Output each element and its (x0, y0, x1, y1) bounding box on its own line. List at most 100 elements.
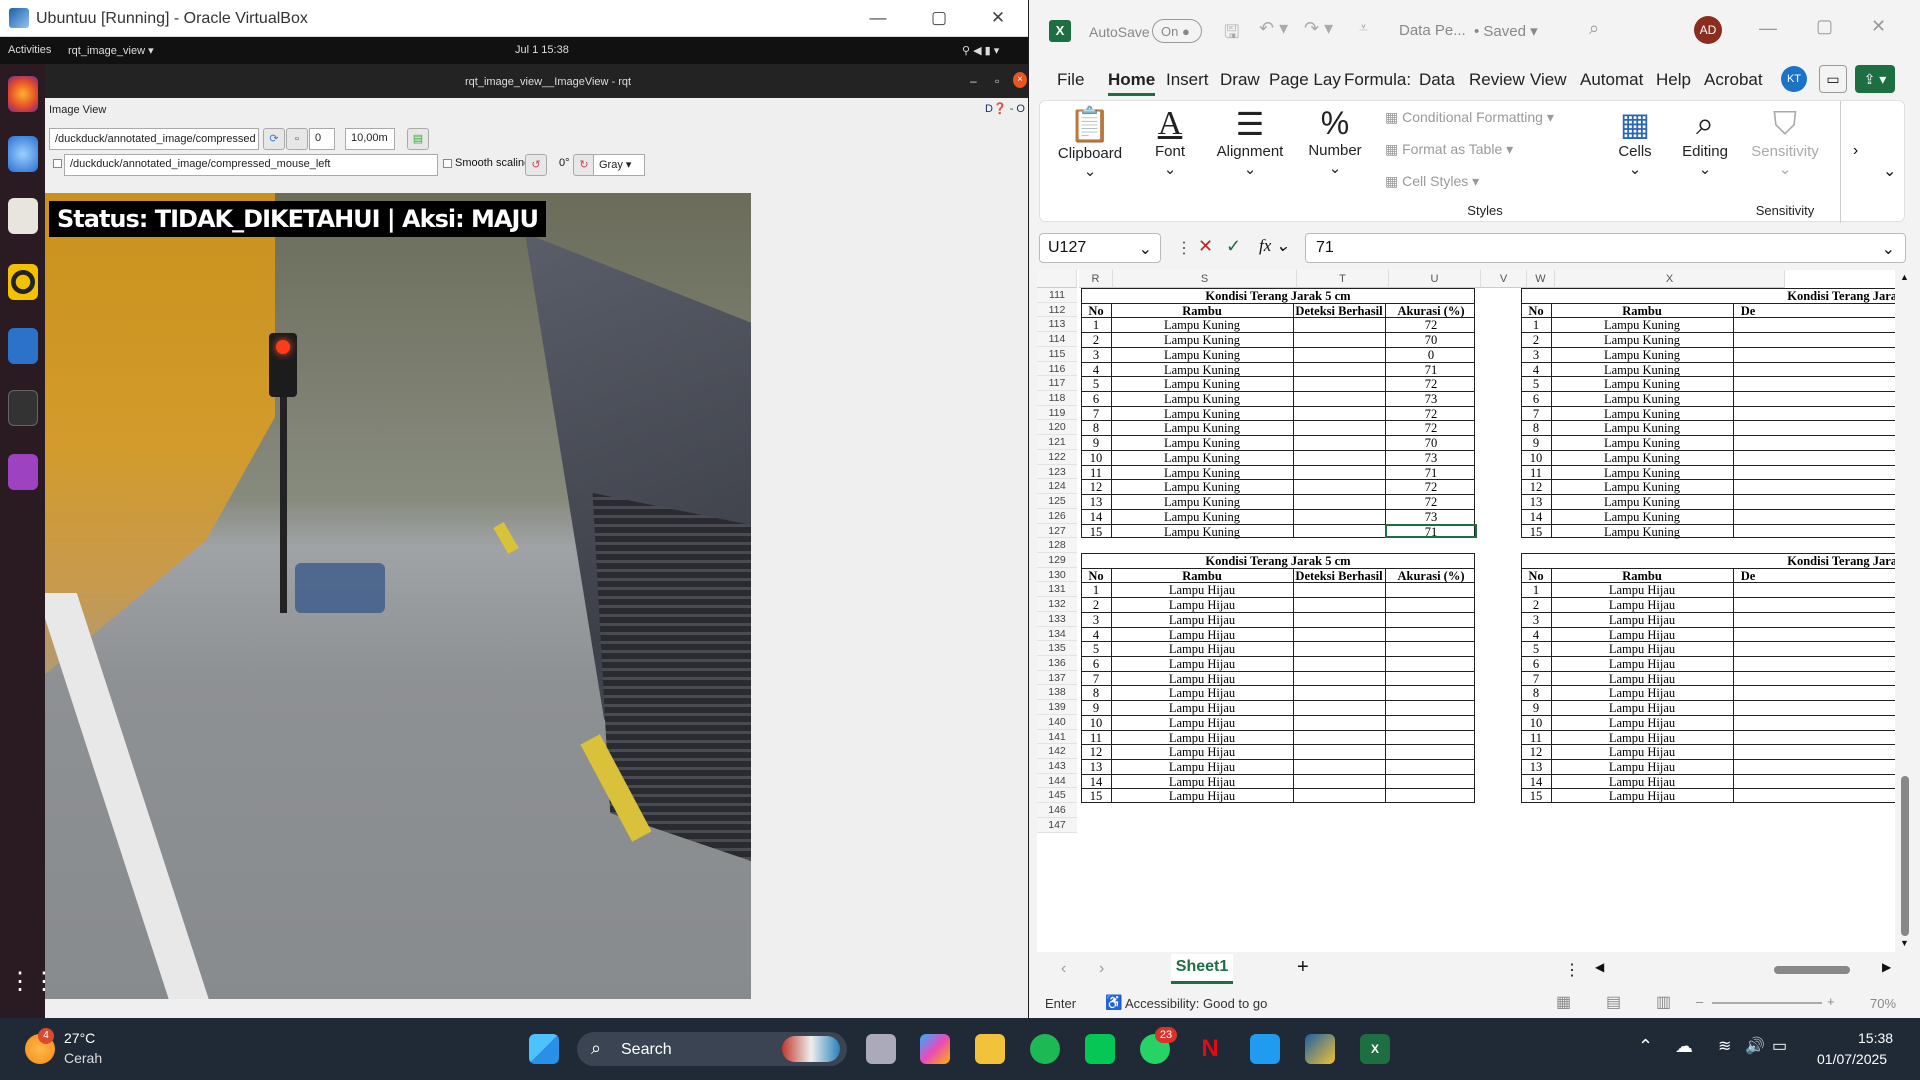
save-image-button[interactable]: ▫ (286, 128, 308, 150)
close-button[interactable]: ✕ (978, 4, 1018, 32)
next-sheet-icon[interactable]: › (1099, 960, 1104, 978)
taskbar-search[interactable]: ⌕ Search (577, 1032, 847, 1066)
mouse-publish-checkbox[interactable] (53, 159, 62, 168)
tab-automate[interactable]: Automat (1580, 70, 1643, 90)
row-header[interactable]: 125 (1037, 494, 1077, 509)
vertical-scrollbar-track[interactable]: ▲ ▼ (1898, 270, 1912, 952)
tab-home[interactable]: Home (1108, 70, 1156, 96)
font-group[interactable]: A Font ⌄ (1140, 105, 1200, 178)
vscroll-down-icon[interactable]: ▼ (1900, 938, 1909, 948)
spin-input[interactable]: 0 (309, 128, 335, 150)
excel-minimize-button[interactable]: — (1759, 18, 1777, 39)
volume-icon[interactable]: 🔊 (1745, 1036, 1765, 1056)
column-header[interactable]: T (1297, 270, 1389, 288)
spotify-icon[interactable] (1030, 1034, 1060, 1064)
plugin-help-icon[interactable]: D❓ - O (985, 102, 1025, 115)
battery-icon[interactable]: ▭ (1772, 1036, 1787, 1056)
vscode-icon[interactable] (1250, 1034, 1280, 1064)
wifi-icon[interactable]: ≋ (1718, 1036, 1731, 1056)
rhythmbox-icon[interactable] (8, 264, 38, 300)
file-explorer-icon[interactable] (975, 1034, 1005, 1064)
alignment-group[interactable]: ☰ Alignment ⌄ (1210, 105, 1290, 178)
normal-view-icon[interactable]: ▦ (1556, 992, 1571, 1012)
row-header[interactable]: 133 (1037, 611, 1077, 627)
ubuntu-clock[interactable]: Jul 1 15:38 (515, 44, 569, 56)
row-header[interactable]: 129 (1037, 552, 1077, 568)
minimize-button[interactable]: — (858, 4, 898, 32)
publish-topic-input[interactable]: /duckduck/annotated_image/compressed_mou… (64, 154, 438, 176)
sheet-options-icon[interactable]: ⋮ (1564, 960, 1580, 980)
tab-file[interactable]: File (1057, 70, 1084, 90)
row-header[interactable]: 139 (1037, 700, 1077, 715)
tab-acrobat[interactable]: Acrobat (1704, 70, 1763, 90)
sheet-tab[interactable]: Sheet1 (1171, 954, 1233, 984)
app-menu[interactable]: rqt_image_view ▾ (68, 44, 154, 57)
tab-data[interactable]: Data (1419, 70, 1455, 90)
autosave-toggle[interactable]: On ● (1152, 19, 1202, 43)
ribbon-collapse-icon[interactable]: ⌄ (1883, 161, 1896, 181)
netflix-icon[interactable]: N (1195, 1034, 1225, 1064)
hscroll-left-icon[interactable]: ◀ (1595, 960, 1604, 974)
insert-function-icon[interactable]: fx ⌄ (1259, 236, 1290, 256)
customize-toolbar-icon[interactable]: ⩡ (1359, 20, 1368, 38)
row-header[interactable]: 145 (1037, 788, 1077, 804)
taskbar-date[interactable]: 01/07/2025 (1817, 1051, 1887, 1067)
excel-maximize-button[interactable]: ▢ (1816, 16, 1833, 37)
row-akurasi[interactable] (1385, 788, 1477, 806)
excel-titlebar[interactable]: X AutoSave On ● 🖫 ↶ ▾ ↷ ▾ ⩡ Data Pe... •… (1029, 0, 1920, 60)
selected-cell[interactable] (1385, 523, 1477, 539)
zoom-in-icon[interactable]: + (1827, 994, 1835, 1009)
ribbon-scroll-right[interactable]: › (1840, 101, 1870, 223)
rotate-left-button[interactable]: ↺ (525, 154, 547, 176)
save-status[interactable]: • Saved ▾ (1474, 22, 1538, 40)
row-header[interactable]: 114 (1037, 332, 1077, 347)
rqt-minimize-button[interactable]: – (970, 74, 977, 88)
row-header[interactable]: 134 (1037, 626, 1077, 642)
show-hidden-icons[interactable]: ⌃ (1638, 1036, 1653, 1057)
activities-button[interactable]: Activities (8, 44, 51, 56)
camera-image[interactable]: Status: TIDAK_DIKETAHUI | Aksi: MAJU (45, 193, 751, 999)
tab-help[interactable]: Help (1656, 70, 1691, 90)
add-sheet-button[interactable]: + (1297, 956, 1309, 979)
rqt-restore-button[interactable]: ▫ (995, 74, 999, 88)
app-center-icon[interactable] (8, 454, 38, 490)
terminal-icon[interactable] (8, 390, 38, 426)
thunderbird-icon[interactable] (8, 136, 38, 172)
horizontal-scrollbar[interactable] (1774, 966, 1850, 974)
tab-page-layout[interactable]: Page Lay (1269, 70, 1341, 90)
rqt-close-button[interactable]: × (1013, 72, 1027, 88)
tab-formulas[interactable]: Formula: (1344, 70, 1411, 90)
comments-button[interactable]: ▭ (1819, 65, 1847, 93)
row-header[interactable]: 140 (1037, 714, 1077, 730)
line-icon[interactable] (1085, 1034, 1115, 1064)
task-view-icon[interactable] (866, 1034, 896, 1064)
conditional-formatting-button[interactable]: ▦ Conditional Formatting ▾ (1385, 109, 1554, 126)
row-header[interactable]: 112 (1037, 302, 1077, 318)
maximize-button[interactable]: ▢ (919, 4, 959, 32)
refresh-topics-button[interactable]: ⟳ (263, 128, 285, 150)
name-box[interactable]: U127 ⌄ (1039, 233, 1161, 263)
row-header[interactable]: 144 (1037, 773, 1077, 789)
row-header[interactable]: 143 (1037, 759, 1077, 774)
page-layout-view-icon[interactable]: ▤ (1606, 992, 1621, 1012)
redo-icon[interactable]: ↷ ▾ (1304, 18, 1333, 39)
accessibility-status[interactable]: Accessibility: Good to go (1125, 996, 1267, 1011)
start-icon[interactable] (529, 1034, 559, 1064)
fit-view-button[interactable]: ▤ (407, 128, 429, 150)
zoom-slider[interactable] (1712, 1002, 1822, 1004)
spreadsheet-grid[interactable]: R S T U V W X 111 112 113 114 115 116 117 118 119 120 121… (1037, 270, 1895, 952)
column-header[interactable]: R (1079, 270, 1113, 288)
rqt-titlebar[interactable]: rqt_image_view__ImageView - rqt – ▫ × (45, 64, 1028, 98)
row-header[interactable]: 119 (1037, 405, 1077, 421)
row-header[interactable]: 142 (1037, 744, 1077, 760)
tab-draw[interactable]: Draw (1220, 70, 1260, 90)
virtualbox-titlebar[interactable]: Ubuntuu [Running] - Oracle VirtualBox — … (0, 0, 1028, 37)
smooth-scaling-checkbox[interactable] (443, 159, 452, 168)
row-header[interactable]: 123 (1037, 464, 1077, 480)
cells-group[interactable]: ▦ Cells ⌄ (1605, 105, 1665, 178)
column-header[interactable]: W (1527, 270, 1555, 288)
row-header[interactable]: 111 (1037, 288, 1077, 303)
tab-review[interactable]: Review (1469, 70, 1525, 90)
file-name[interactable]: Data Pe... (1399, 22, 1466, 39)
row-header[interactable]: 113 (1037, 317, 1077, 333)
